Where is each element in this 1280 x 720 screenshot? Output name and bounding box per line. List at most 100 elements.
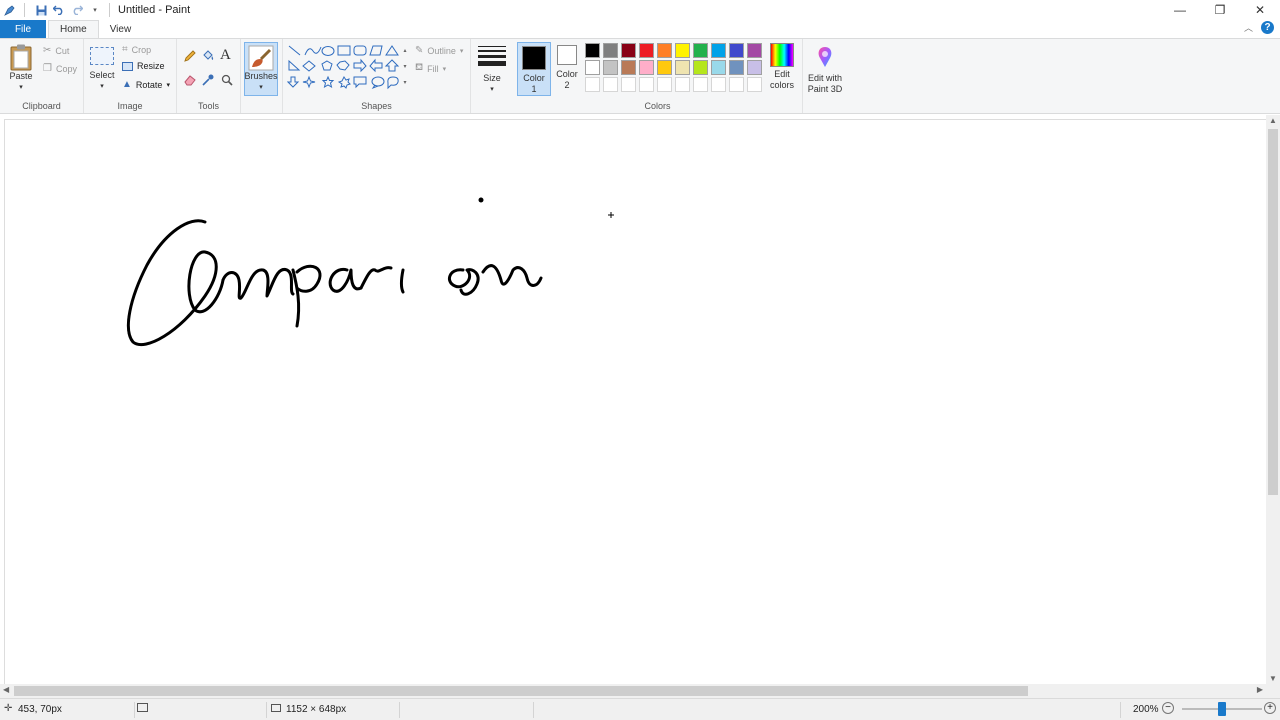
palette-swatch[interactable] xyxy=(711,60,726,75)
color2-button[interactable]: Color 2 xyxy=(553,45,581,91)
palette-swatch[interactable] xyxy=(747,43,762,58)
shapes-group: ▴ ▾ ▾ ✎ Outline ▾ ⛾ Fill ▾ Shapes xyxy=(283,39,471,113)
rotate-dropdown-icon[interactable]: ▾ xyxy=(166,81,170,89)
scroll-right-icon[interactable]: ▶ xyxy=(1257,685,1263,694)
shapes-scroll[interactable]: ▴ ▾ ▾ xyxy=(401,43,409,93)
custom-color-slot[interactable] xyxy=(729,77,744,92)
collapse-ribbon-icon[interactable]: ︿ xyxy=(1244,21,1253,34)
rotate-button[interactable]: ▲ Rotate ▾ xyxy=(122,79,170,90)
zoom-slider-thumb[interactable] xyxy=(1218,702,1226,716)
palette-swatch[interactable] xyxy=(639,60,654,75)
eraser-icon[interactable] xyxy=(183,73,197,90)
edit-with-paint3d-label: Edit with Paint 3D xyxy=(807,73,843,94)
tab-file[interactable]: File xyxy=(0,20,46,38)
copy-button[interactable]: ❐ Copy xyxy=(43,63,77,74)
palette-swatch[interactable] xyxy=(693,43,708,58)
close-button[interactable]: ✕ xyxy=(1240,0,1280,20)
outline-button[interactable]: ✎ Outline ▾ xyxy=(415,45,463,56)
zoom-in-icon[interactable]: + xyxy=(1264,702,1276,714)
palette-swatch[interactable] xyxy=(585,43,600,58)
palette-swatch[interactable] xyxy=(747,60,762,75)
fill-bucket-icon[interactable] xyxy=(201,49,215,66)
paste-dropdown-icon[interactable]: ▾ xyxy=(19,82,23,93)
palette-swatch[interactable] xyxy=(675,60,690,75)
brushes-dropdown-icon[interactable]: ▾ xyxy=(259,82,263,93)
copy-label: Copy xyxy=(55,63,77,74)
resize-button[interactable]: Resize xyxy=(122,61,165,71)
canvas-workspace xyxy=(0,115,1266,684)
palette-swatch[interactable] xyxy=(729,60,744,75)
palette-swatch[interactable] xyxy=(729,43,744,58)
paint3d-group: Edit with Paint 3D xyxy=(803,39,847,113)
vertical-scroll-thumb[interactable] xyxy=(1268,129,1278,495)
size-dropdown-icon[interactable]: ▾ xyxy=(490,84,494,95)
select-button[interactable]: Select ▾ xyxy=(88,47,116,92)
zoom-out-icon[interactable]: − xyxy=(1162,702,1174,714)
shapes-group-label: Shapes xyxy=(361,101,392,111)
custom-color-slot[interactable] xyxy=(621,77,636,92)
horizontal-scroll-thumb[interactable] xyxy=(14,686,1028,696)
custom-color-slot[interactable] xyxy=(585,77,600,92)
palette-swatch[interactable] xyxy=(621,43,636,58)
size-button[interactable]: Size ▾ xyxy=(477,45,507,95)
custom-color-slot[interactable] xyxy=(639,77,654,92)
custom-color-slot[interactable] xyxy=(747,77,762,92)
outline-dropdown-icon: ▾ xyxy=(459,47,464,55)
palette-swatch[interactable] xyxy=(621,60,636,75)
resize-label: Resize xyxy=(137,61,165,71)
scroll-up-icon[interactable]: ▲ xyxy=(1269,116,1277,125)
paste-button[interactable]: Paste ▾ xyxy=(6,43,36,93)
palette-swatch[interactable] xyxy=(603,60,618,75)
palette-swatch[interactable] xyxy=(657,43,672,58)
palette-swatch[interactable] xyxy=(711,43,726,58)
crop-button[interactable]: ⌗ Crop xyxy=(122,44,151,55)
zoom-slider[interactable] xyxy=(1182,702,1262,716)
edit-colors-label: Edit colors xyxy=(769,69,794,90)
custom-color-slot[interactable] xyxy=(603,77,618,92)
edit-with-paint3d-button[interactable]: Edit with Paint 3D xyxy=(805,45,845,95)
cut-label: Cut xyxy=(55,45,70,56)
palette-swatch[interactable] xyxy=(603,43,618,58)
paint-app-icon[interactable] xyxy=(2,2,18,18)
fill-label: Fill xyxy=(427,63,439,74)
undo-icon[interactable] xyxy=(51,2,67,18)
vertical-scrollbar[interactable]: ▲ ▼ xyxy=(1266,115,1280,684)
scroll-left-icon[interactable]: ◀ xyxy=(3,685,9,694)
customize-qa-dropdown-icon[interactable]: ▾ xyxy=(87,2,103,18)
palette-swatch[interactable] xyxy=(675,43,690,58)
color-picker-icon[interactable] xyxy=(201,73,215,90)
palette-swatch[interactable] xyxy=(693,60,708,75)
custom-color-slot[interactable] xyxy=(693,77,708,92)
redo-icon[interactable] xyxy=(69,2,85,18)
color1-button[interactable]: Color 1 xyxy=(517,42,551,96)
tab-view[interactable]: View xyxy=(99,20,143,38)
pencil-icon[interactable] xyxy=(183,49,197,66)
colors-group-label: Colors xyxy=(644,101,671,111)
custom-color-slot[interactable] xyxy=(675,77,690,92)
edit-colors-button[interactable]: Edit colors xyxy=(765,43,799,91)
quick-access-toolbar: ▾ xyxy=(0,0,116,20)
fill-button[interactable]: ⛾ Fill ▾ xyxy=(415,62,446,75)
drawing-canvas[interactable] xyxy=(4,119,1266,684)
shapes-gallery[interactable] xyxy=(286,43,407,95)
cut-button[interactable]: ✂ Cut xyxy=(43,45,69,56)
horizontal-scrollbar[interactable]: ◀ ▶ xyxy=(0,684,1266,698)
help-icon[interactable]: ? xyxy=(1261,21,1274,34)
magnifier-icon[interactable] xyxy=(220,73,234,90)
palette-swatch[interactable] xyxy=(585,60,600,75)
tools-group: A Tools xyxy=(177,39,241,113)
tab-home[interactable]: Home xyxy=(48,20,99,38)
cursor-position: 453, 70px xyxy=(18,704,62,715)
custom-color-slot[interactable] xyxy=(711,77,726,92)
save-icon[interactable] xyxy=(33,2,49,18)
palette-swatch[interactable] xyxy=(639,43,654,58)
text-tool-icon[interactable]: A xyxy=(220,47,231,64)
custom-color-slot[interactable] xyxy=(657,77,672,92)
brushes-button[interactable]: Brushes ▾ xyxy=(244,42,278,96)
window-title: Untitled - Paint xyxy=(118,4,191,16)
scroll-down-icon[interactable]: ▼ xyxy=(1269,674,1277,683)
palette-swatch[interactable] xyxy=(657,60,672,75)
select-dropdown-icon[interactable]: ▾ xyxy=(100,81,104,92)
restore-button[interactable]: ❐ xyxy=(1200,0,1240,20)
minimize-button[interactable]: — xyxy=(1160,0,1200,20)
